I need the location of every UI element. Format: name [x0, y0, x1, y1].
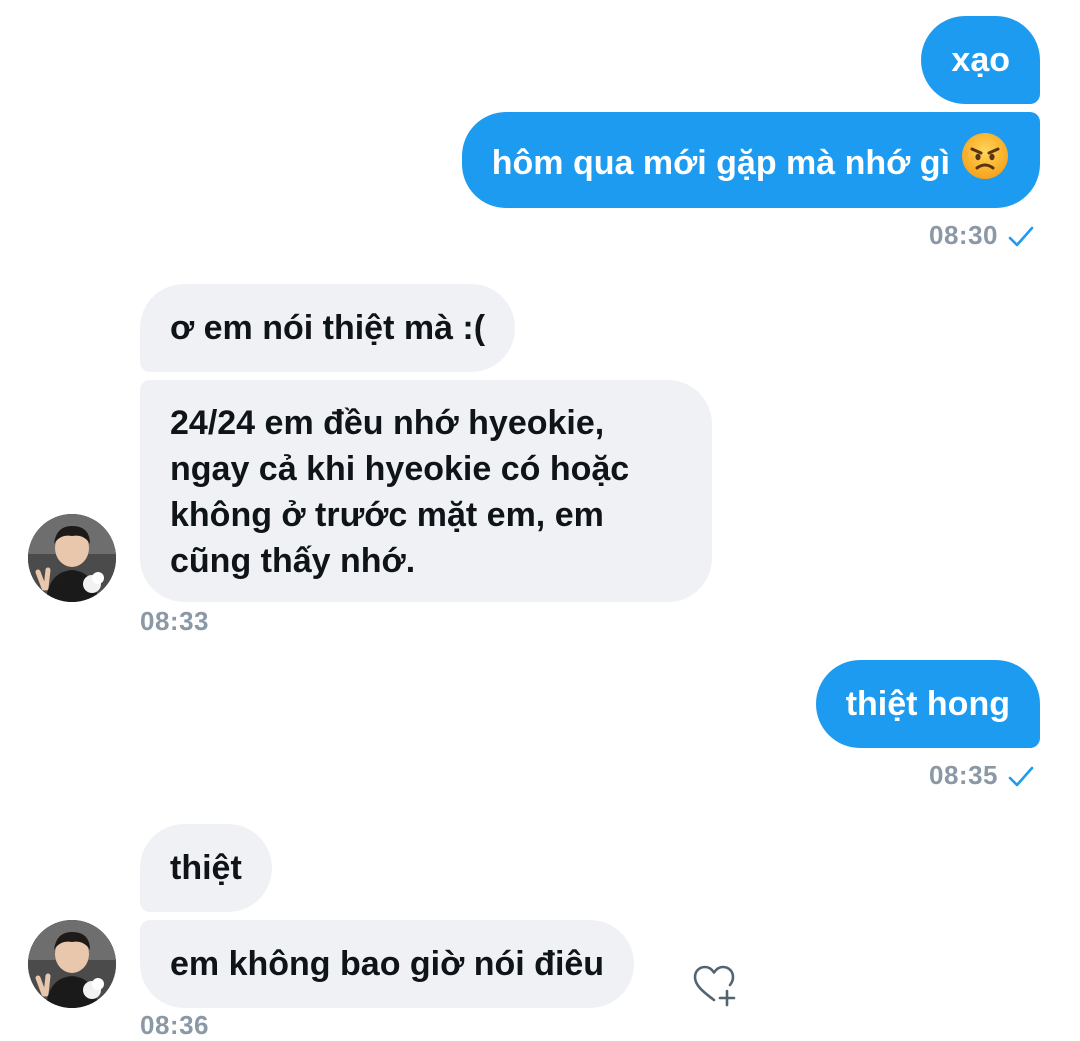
message-text: hôm qua mới gặp mà nhớ gì [491, 143, 950, 182]
read-check-icon [1008, 226, 1034, 247]
message-bubble-incoming[interactable]: 24/24 em đều nhớ hyeokie, ngay cả khi hy… [140, 380, 712, 602]
message-timestamp: 08:30 [929, 220, 998, 250]
message-timestamp: 08:33 [140, 606, 209, 636]
message-bubble-outgoing[interactable]: xạo [921, 16, 1040, 104]
message-line: ngay cả khi hyeokie có hoặc [170, 450, 630, 488]
message-text: xạo [951, 41, 1010, 79]
avatar[interactable] [28, 920, 116, 1008]
message-line: cũng thấy nhớ. [170, 542, 416, 580]
angry-face-icon [960, 131, 1010, 193]
avatar[interactable] [28, 514, 116, 602]
message-bubble-incoming[interactable]: ơ em nói thiệt mà :( [140, 284, 516, 372]
message-text: thiệt [170, 849, 242, 887]
message-timestamp: 08:35 [929, 760, 998, 790]
read-check-icon [1008, 766, 1034, 787]
message-text: ơ em nói thiệt mà :( [170, 309, 486, 347]
message-text: em không bao giờ nói điêu [170, 945, 605, 983]
message-text: thiệt hong [845, 685, 1010, 723]
message-bubble-incoming[interactable]: em không bao giờ nói điêu [140, 920, 635, 1008]
message-bubble-outgoing[interactable]: hôm qua mới gặp mà nhớ gì [461, 112, 1040, 208]
message-timestamp: 08:36 [140, 1010, 209, 1040]
dm-conversation: xạo hôm qua mới gặp mà nhớ gì 08:30 ơ em… [0, 0, 1080, 1041]
message-bubble-outgoing[interactable]: thiệt hong [815, 660, 1040, 748]
message-line: 24/24 em đều nhớ hyeokie, [170, 404, 605, 442]
message-line: không ở trước mặt em, em [170, 496, 604, 534]
message-bubble-incoming[interactable]: thiệt [140, 824, 272, 912]
heart-add-icon[interactable] [690, 962, 738, 1010]
